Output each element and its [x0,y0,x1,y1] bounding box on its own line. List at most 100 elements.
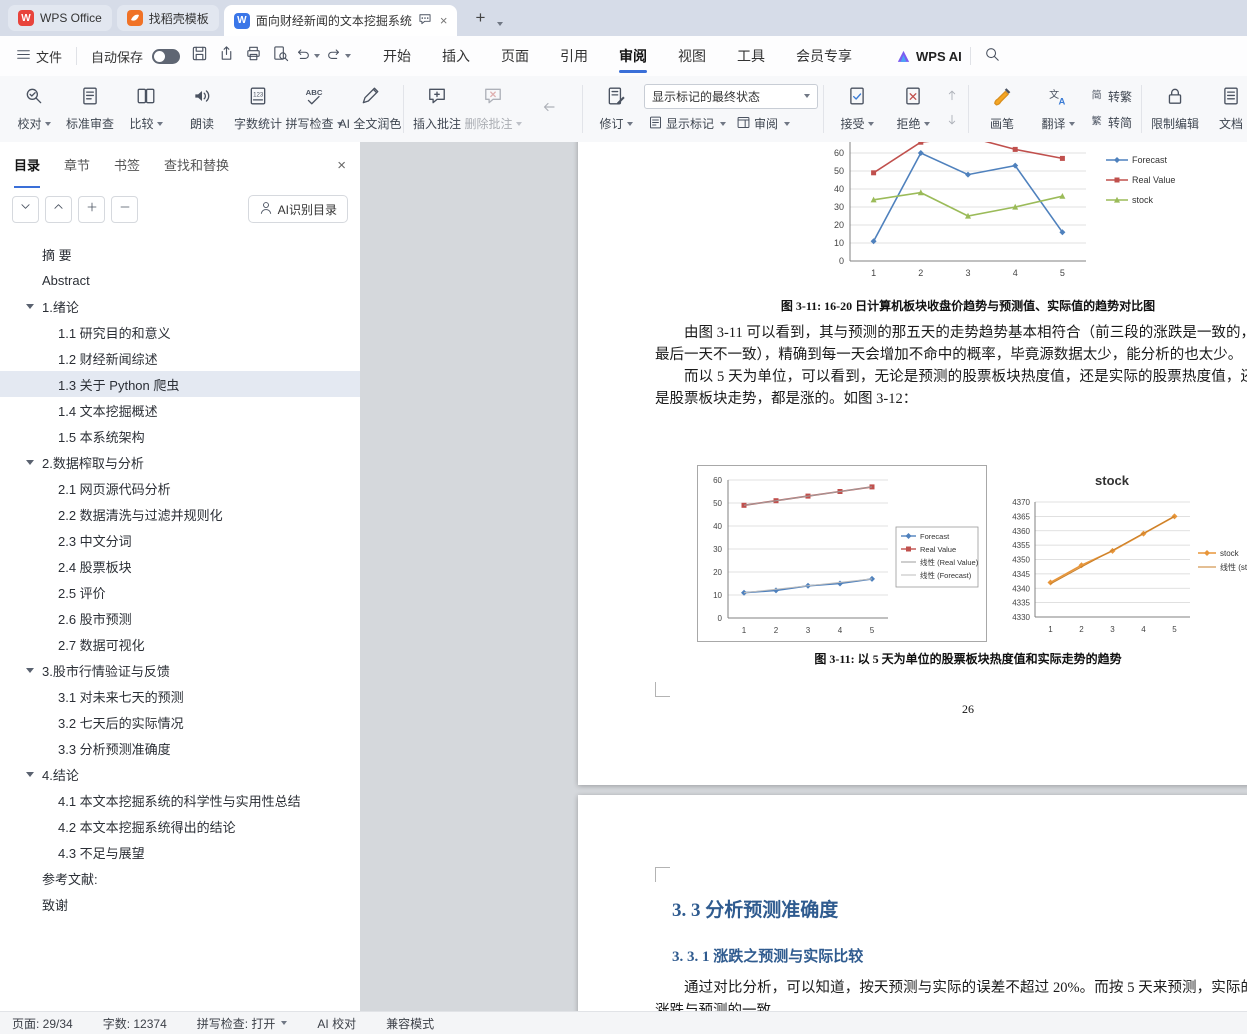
toc-item[interactable]: 2.7 数据可视化 [0,631,360,657]
compare-button[interactable]: 比较 [118,82,174,136]
toc-item[interactable]: 4.3 不足与展望 [0,839,360,865]
read-aloud-button[interactable]: 朗读 [174,82,230,136]
toc-item[interactable]: 1.3 关于 Python 爬虫 [0,371,360,397]
proofread-button[interactable]: 校对 [6,82,62,136]
toc-item[interactable]: 2.数据榨取与分析 [0,449,360,475]
word-count-indicator[interactable]: 字数: 12374 [103,1015,167,1032]
search-button[interactable] [979,43,1006,69]
toc-item[interactable]: 摘 要 [0,241,360,267]
toc-item[interactable]: 3.1 对未来七天的预测 [0,683,360,709]
document-more-button[interactable]: 文档 [1203,82,1247,136]
to-traditional-button[interactable]: 简 转繁 [1086,85,1136,107]
compatibility-mode-indicator[interactable]: 兼容模式 [386,1015,434,1032]
previous-comment-button[interactable] [521,94,577,125]
toc-item[interactable]: 2.1 网页源代码分析 [0,475,360,501]
print-preview-button[interactable] [267,43,294,69]
menu-tab[interactable]: 审阅 [617,42,649,73]
toc-item[interactable]: 2.4 股票板块 [0,553,360,579]
expand-triangle-icon[interactable] [26,668,34,677]
brush-button[interactable]: 画笔 [974,82,1030,136]
export-button[interactable] [213,43,240,69]
comment-bubble-icon[interactable] [418,12,432,29]
restrict-edit-button[interactable]: 限制编辑 [1147,82,1203,136]
toc-item[interactable]: 1.绪论 [0,293,360,319]
next-change-button[interactable] [941,111,963,132]
expand-all-button[interactable] [12,195,39,223]
toc-item[interactable]: 2.2 数据清洗与过滤并规则化 [0,501,360,527]
collapse-all-button[interactable] [45,195,72,223]
markup-state-combobox[interactable]: 显示标记的最终状态 [644,83,818,109]
undo-dropdown-icon[interactable] [314,54,321,58]
standard-review-button[interactable]: 标准审查 [62,82,118,136]
sidebar-tab[interactable]: 目录 [14,142,41,188]
reject-button[interactable]: 拒绝 [885,82,941,136]
save-button[interactable] [186,43,213,69]
toc-item[interactable]: 4.结论 [0,761,360,787]
toc-item[interactable]: 3.2 七天后的实际情况 [0,709,360,735]
ai-proofread-indicator[interactable]: AI 校对 [317,1015,356,1032]
redo-dropdown-icon[interactable] [344,54,351,58]
toc-item[interactable]: 4.2 本文本挖掘系统得出的结论 [0,813,360,839]
autosave-control[interactable]: 自动保存 [85,47,186,66]
expand-triangle-icon[interactable] [26,304,34,313]
toc-item[interactable]: 3.股市行情验证与反馈 [0,657,360,683]
toc-item[interactable]: 4.1 本文本挖掘系统的科学性与实用性总结 [0,787,360,813]
ai-polish-button[interactable]: AI 全文润色 [339,82,401,136]
menu-tab[interactable]: 页面 [499,42,531,70]
toc-item[interactable]: 2.5 评价 [0,579,360,605]
wps-ai-button[interactable]: WPS AI [896,49,962,64]
expand-triangle-icon[interactable] [26,772,34,781]
insert-comment-button[interactable]: 插入批注 [409,82,465,136]
tab-document-active[interactable]: W 面向财经新闻的文本挖掘系统 × [223,5,458,36]
file-menu-button[interactable]: 文件 [10,47,68,66]
toc-item[interactable]: 1.1 研究目的和意义 [0,319,360,345]
menu-tab[interactable]: 引用 [558,42,590,70]
toc-item[interactable]: 参考文献: [0,865,360,891]
menu-tab[interactable]: 工具 [735,42,767,70]
print-button[interactable] [240,43,267,69]
sidebar-tab[interactable]: 书签 [114,142,140,188]
toc-item[interactable]: 致谢 [0,891,360,917]
to-simplified-button[interactable]: 繁 转简 [1086,111,1136,133]
toc-item[interactable]: 1.5 本系统架构 [0,423,360,449]
svg-text:线性 (Forecast): 线性 (Forecast) [920,570,972,580]
expand-triangle-icon[interactable] [26,460,34,469]
accept-button[interactable]: 接受 [829,82,885,136]
toc-item[interactable]: 3.3 分析预测准确度 [0,735,360,761]
toc-item[interactable]: 2.6 股市预测 [0,605,360,631]
previous-change-button[interactable] [941,86,963,107]
menu-tab[interactable]: 开始 [381,42,413,70]
menu-tab[interactable]: 会员专享 [794,42,854,70]
undo-button[interactable] [294,43,321,69]
sidebar-tab[interactable]: 查找和替换 [164,142,229,188]
tab-docer-templates[interactable]: 找稻壳模板 [116,5,219,31]
document-view[interactable]: « 01020304050607012345ForecastReal Value… [360,142,1247,1012]
review-pane-button[interactable]: 审阅 [732,113,794,135]
menu-tab[interactable]: 视图 [676,42,708,70]
new-tab-button[interactable]: + [468,6,492,30]
zoom-out-outline-button[interactable] [111,195,138,223]
toc-item[interactable]: 2.3 中文分词 [0,527,360,553]
track-changes-button[interactable]: 修订 [588,82,644,136]
toc-item[interactable]: 1.4 文本挖掘概述 [0,397,360,423]
word-count-button[interactable]: 123 字数统计 [230,82,286,136]
delete-comment-button[interactable]: 删除批注 [465,82,522,136]
page-indicator[interactable]: 页面: 29/34 [12,1015,73,1032]
ai-recognize-toc-button[interactable]: AI识别目录 [247,195,348,223]
menu-tab[interactable]: 插入 [440,42,472,70]
redo-button[interactable] [321,43,355,69]
toc-item[interactable]: Abstract [0,267,360,293]
close-sidebar-icon[interactable]: × [337,157,346,174]
toc-item[interactable]: 1.2 财经新闻综述 [0,345,360,371]
spell-check-button[interactable]: ABC 拼写检查 [286,82,343,136]
sidebar-tab[interactable]: 章节 [64,142,90,188]
autosave-toggle[interactable] [152,48,181,64]
tab-wps-home[interactable]: W WPS Office [8,5,112,31]
svg-text:20: 20 [834,220,844,230]
zoom-in-outline-button[interactable] [78,195,105,223]
translate-button[interactable]: 文A 翻译 [1030,82,1086,136]
spellcheck-indicator[interactable]: 拼写检查: 打开 [197,1015,288,1032]
close-tab-icon[interactable]: × [440,13,448,28]
tab-list-dropdown-icon[interactable] [497,22,504,26]
show-markup-button[interactable]: 显示标记 [644,113,730,135]
